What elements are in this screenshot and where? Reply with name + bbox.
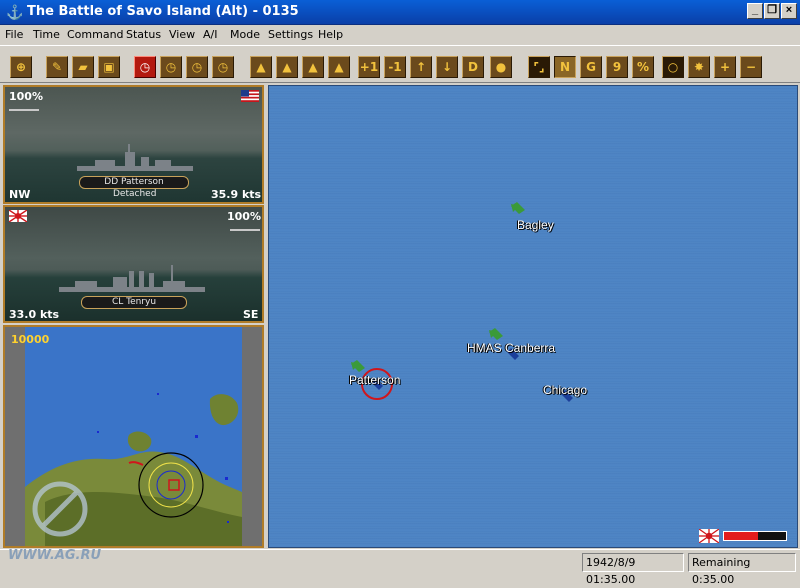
status-bar: 1942/8/9 01:35.00 Remaining 0:35.00: [0, 549, 800, 586]
clock-speed-green-icon[interactable]: ◷: [186, 56, 208, 78]
label-chicago[interactable]: Chicago: [543, 383, 587, 397]
target-speed: 33.0 kts: [9, 308, 60, 321]
menu-ai[interactable]: A/I: [203, 28, 217, 41]
clock-speed-white-icon[interactable]: ◷: [160, 56, 182, 78]
status-remaining: Remaining 0:35.00: [688, 553, 796, 586]
engagement-bar-fill: [724, 532, 759, 540]
nine-button[interactable]: 9: [606, 56, 628, 78]
bagley-arrow-icon: [511, 202, 525, 214]
menu-bar: File Time Command Status View A/I Mode S…: [0, 25, 800, 45]
ship-formation-2-icon[interactable]: ▲: [276, 56, 298, 78]
title-bar[interactable]: ⚓ The Battle of Savo Island (Alt) - 0135…: [0, 0, 800, 25]
window-title: The Battle of Savo Island (Alt) - 0135: [27, 4, 299, 19]
menu-command[interactable]: Command: [67, 28, 124, 41]
friendly-health: 100%: [9, 90, 43, 103]
anchor-icon: ⚓: [6, 4, 24, 20]
friendly-ship-status: Detached: [113, 189, 157, 199]
ring-icon[interactable]: ○: [662, 56, 684, 78]
engagement-gauge: [699, 529, 789, 543]
target-ship-panel[interactable]: 100% CL Tenryu 33.0 kts SE: [3, 205, 264, 323]
move-up-button[interactable]: ↑: [410, 56, 432, 78]
menu-time[interactable]: Time: [33, 28, 60, 41]
toolbar: ⊕ ✎ ▰ ▣ ◷ ◷ ◷ ◷ ▲ ▲ ▲ ▲ +1 -1 ↑ ↓ D ● ⌜⌟…: [0, 45, 800, 83]
cruiser-silhouette: [59, 265, 205, 292]
game-window: ⚓ The Battle of Savo Island (Alt) - 0135…: [0, 0, 800, 586]
save-disk-icon[interactable]: ▣: [98, 56, 120, 78]
target-ship-name: CL Tenryu: [81, 296, 187, 309]
map-overlay: [351, 202, 573, 402]
status-datetime: 1942/8/9 01:35.00: [582, 553, 684, 586]
watermark-logo: [32, 481, 88, 537]
watermark-text: WWW.AG.RU: [8, 548, 102, 563]
menu-file[interactable]: File: [5, 28, 23, 41]
canberra-arrow-icon: [489, 328, 503, 340]
friendly-heading: NW: [9, 188, 31, 201]
speed-plus-one-button[interactable]: +1: [358, 56, 380, 78]
menu-settings[interactable]: Settings: [268, 28, 313, 41]
engagement-bar: [723, 531, 787, 541]
clock-speed-yellow-icon[interactable]: ◷: [212, 56, 234, 78]
target-health: 100%: [227, 210, 261, 223]
destroyer-silhouette: [77, 144, 193, 171]
move-down-button[interactable]: ↓: [436, 56, 458, 78]
zoom-out-button[interactable]: −: [740, 56, 762, 78]
speed-minus-one-button[interactable]: -1: [384, 56, 406, 78]
label-hmas-canberra[interactable]: HMAS Canberra: [467, 341, 555, 355]
menu-view[interactable]: View: [169, 28, 195, 41]
restore-button[interactable]: ❐: [764, 3, 780, 19]
grid-corners-icon[interactable]: ⌜⌟: [528, 56, 550, 78]
us-flag-icon: [241, 90, 259, 102]
minimize-button[interactable]: _: [747, 3, 763, 19]
friendly-ship-panel[interactable]: 100% DD Patterson Detached NW 35.9 kts: [3, 85, 264, 204]
label-bagley[interactable]: Bagley: [517, 218, 554, 232]
japan-rising-sun-flag-icon: [9, 210, 27, 222]
label-patterson[interactable]: Patterson: [349, 373, 400, 387]
percent-button[interactable]: %: [632, 56, 654, 78]
menu-mode[interactable]: Mode: [230, 28, 260, 41]
notes-icon[interactable]: ✎: [46, 56, 68, 78]
open-folder-icon[interactable]: ▰: [72, 56, 94, 78]
japan-flag-small-icon: [699, 529, 719, 543]
friendly-ship-name: DD Patterson: [79, 176, 189, 189]
n-button[interactable]: N: [554, 56, 576, 78]
d-button[interactable]: D: [462, 56, 484, 78]
minimap-scale: 10000: [11, 333, 50, 346]
clock-speed-red-icon[interactable]: ◷: [134, 56, 156, 78]
g-button[interactable]: G: [580, 56, 602, 78]
menu-status[interactable]: Status: [126, 28, 161, 41]
tactical-map[interactable]: Bagley HMAS Canberra Patterson Chicago: [268, 85, 798, 548]
explosion-icon[interactable]: ✸: [688, 56, 710, 78]
friendly-speed: 35.9 kts: [211, 188, 262, 201]
grenade-icon[interactable]: ●: [490, 56, 512, 78]
zoom-in-button[interactable]: +: [714, 56, 736, 78]
ship-formation-3-icon[interactable]: ▲: [302, 56, 324, 78]
menu-help[interactable]: Help: [318, 28, 343, 41]
ship-formation-1-icon[interactable]: ▲: [250, 56, 272, 78]
target-health-bar: [230, 229, 260, 231]
crosshair-target-icon[interactable]: ⊕: [10, 56, 32, 78]
close-button[interactable]: ×: [781, 3, 797, 19]
patterson-arrow-icon: [351, 360, 365, 372]
friendly-health-bar: [9, 109, 39, 111]
ship-formation-4-icon[interactable]: ▲: [328, 56, 350, 78]
target-heading: SE: [243, 308, 259, 321]
